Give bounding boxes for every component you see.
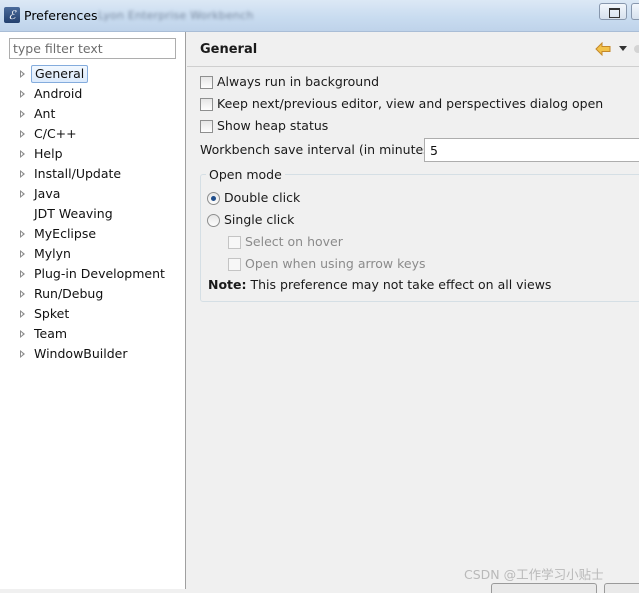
tree-item-ant[interactable]: Ant bbox=[0, 104, 185, 124]
double-click-radio[interactable] bbox=[207, 192, 220, 205]
forward-arrow-icon[interactable] bbox=[634, 45, 639, 53]
tree-item-label: Mylyn bbox=[34, 246, 71, 261]
open-mode-title: Open mode bbox=[206, 167, 285, 182]
note-text: Note: This preference may not take effec… bbox=[208, 277, 551, 292]
back-arrow-icon[interactable] bbox=[595, 42, 611, 56]
select-on-hover-label: Select on hover bbox=[245, 234, 343, 249]
view-menu-chevron-down-icon[interactable] bbox=[619, 46, 627, 51]
tree-item-label: Android bbox=[34, 86, 83, 101]
always-run-background-checkbox[interactable] bbox=[200, 76, 213, 89]
open-arrow-keys-checkbox[interactable] bbox=[228, 258, 241, 271]
keep-dialog-open-checkbox[interactable] bbox=[200, 98, 213, 111]
tree-item-windowbuilder[interactable]: WindowBuilder bbox=[0, 344, 185, 364]
single-click-radio[interactable] bbox=[207, 214, 220, 227]
expand-arrow-icon[interactable] bbox=[20, 250, 25, 258]
tree-item-label: Plug-in Development bbox=[34, 266, 165, 281]
expand-arrow-icon[interactable] bbox=[20, 150, 25, 158]
tree-item-label: JDT Weaving bbox=[34, 206, 113, 221]
tree-item-spket[interactable]: Spket bbox=[0, 304, 185, 324]
tree-item-mylyn[interactable]: Mylyn bbox=[0, 244, 185, 264]
tree-item-label: Spket bbox=[34, 306, 70, 321]
note-body: This preference may not take effect on a… bbox=[250, 277, 552, 292]
tree-item-run-debug[interactable]: Run/Debug bbox=[0, 284, 185, 304]
always-run-background-label: Always run in background bbox=[217, 74, 380, 89]
header-divider bbox=[187, 66, 639, 67]
expand-arrow-icon[interactable] bbox=[20, 350, 25, 358]
tree-item-label: MyEclipse bbox=[34, 226, 97, 241]
expand-arrow-icon[interactable] bbox=[20, 130, 25, 138]
single-click-label: Single click bbox=[224, 212, 295, 227]
save-interval-input[interactable] bbox=[424, 138, 639, 162]
preference-tree-pane: General Android Ant C/C++ Help Install/Update… bbox=[0, 32, 186, 589]
tree-item-label: Install/Update bbox=[34, 166, 122, 181]
tree-item-label: Ant bbox=[34, 106, 56, 121]
expand-arrow-icon[interactable] bbox=[20, 190, 25, 198]
tree-item-myeclipse[interactable]: MyEclipse bbox=[0, 224, 185, 244]
tree-item-general[interactable]: General bbox=[0, 64, 185, 84]
tree-item-help[interactable]: Help bbox=[0, 144, 185, 164]
tree-item-install-update[interactable]: Install/Update bbox=[0, 164, 185, 184]
preference-page: General Always run in background Keep ne… bbox=[187, 32, 639, 589]
expand-arrow-icon[interactable] bbox=[20, 90, 25, 98]
double-click-label: Double click bbox=[224, 190, 301, 205]
expand-arrow-icon[interactable] bbox=[20, 70, 25, 78]
tree-item-label: Java bbox=[34, 186, 61, 201]
watermark: CSDN @工作学习小贴士 bbox=[464, 567, 604, 582]
expand-arrow-icon[interactable] bbox=[20, 170, 25, 178]
close-button[interactable] bbox=[631, 3, 639, 20]
tree-item-android[interactable]: Android bbox=[0, 84, 185, 104]
expand-arrow-icon[interactable] bbox=[20, 330, 25, 338]
tree-item-label: General bbox=[31, 65, 89, 83]
tree-item-java[interactable]: Java bbox=[0, 184, 185, 204]
expand-arrow-icon[interactable] bbox=[20, 290, 25, 298]
dialog-button-partial[interactable] bbox=[491, 583, 597, 593]
filter-input[interactable] bbox=[9, 38, 176, 59]
page-title: General bbox=[200, 42, 258, 57]
tree-item-plug-in-development[interactable]: Plug-in Development bbox=[0, 264, 185, 284]
background-window-title: Lyon Enterprise Workbench bbox=[98, 9, 254, 22]
expand-arrow-icon[interactable] bbox=[20, 110, 25, 118]
tree-item-label: WindowBuilder bbox=[34, 346, 128, 361]
expand-arrow-icon[interactable] bbox=[20, 270, 25, 278]
select-on-hover-checkbox[interactable] bbox=[228, 236, 241, 249]
keep-dialog-open-label: Keep next/previous editor, view and pers… bbox=[217, 96, 604, 111]
expand-arrow-icon[interactable] bbox=[20, 310, 25, 318]
save-interval-label: Workbench save interval (in minutes): bbox=[200, 142, 439, 157]
app-icon: ℰ bbox=[4, 7, 20, 23]
preference-tree: General Android Ant C/C++ Help Install/Update… bbox=[0, 64, 185, 364]
note-prefix: Note: bbox=[208, 277, 247, 292]
show-heap-status-label: Show heap status bbox=[217, 118, 329, 133]
show-heap-status-checkbox[interactable] bbox=[200, 120, 213, 133]
tree-item-label: Help bbox=[34, 146, 63, 161]
window-title: Preferences bbox=[24, 8, 98, 23]
tree-item-team[interactable]: Team bbox=[0, 324, 185, 344]
tree-item-label: Run/Debug bbox=[34, 286, 104, 301]
tree-item-label: Team bbox=[34, 326, 68, 341]
maximize-button[interactable] bbox=[599, 3, 627, 20]
open-arrow-keys-label: Open when using arrow keys bbox=[245, 256, 426, 271]
tree-item-label: C/C++ bbox=[34, 126, 77, 141]
title-bar: ℰ Preferences Lyon Enterprise Workbench bbox=[0, 0, 639, 32]
tree-item-c-c[interactable]: C/C++ bbox=[0, 124, 185, 144]
expand-arrow-icon[interactable] bbox=[20, 230, 25, 238]
dialog-button-partial-2[interactable] bbox=[604, 583, 639, 593]
tree-item-jdt-weaving[interactable]: JDT Weaving bbox=[0, 204, 185, 224]
